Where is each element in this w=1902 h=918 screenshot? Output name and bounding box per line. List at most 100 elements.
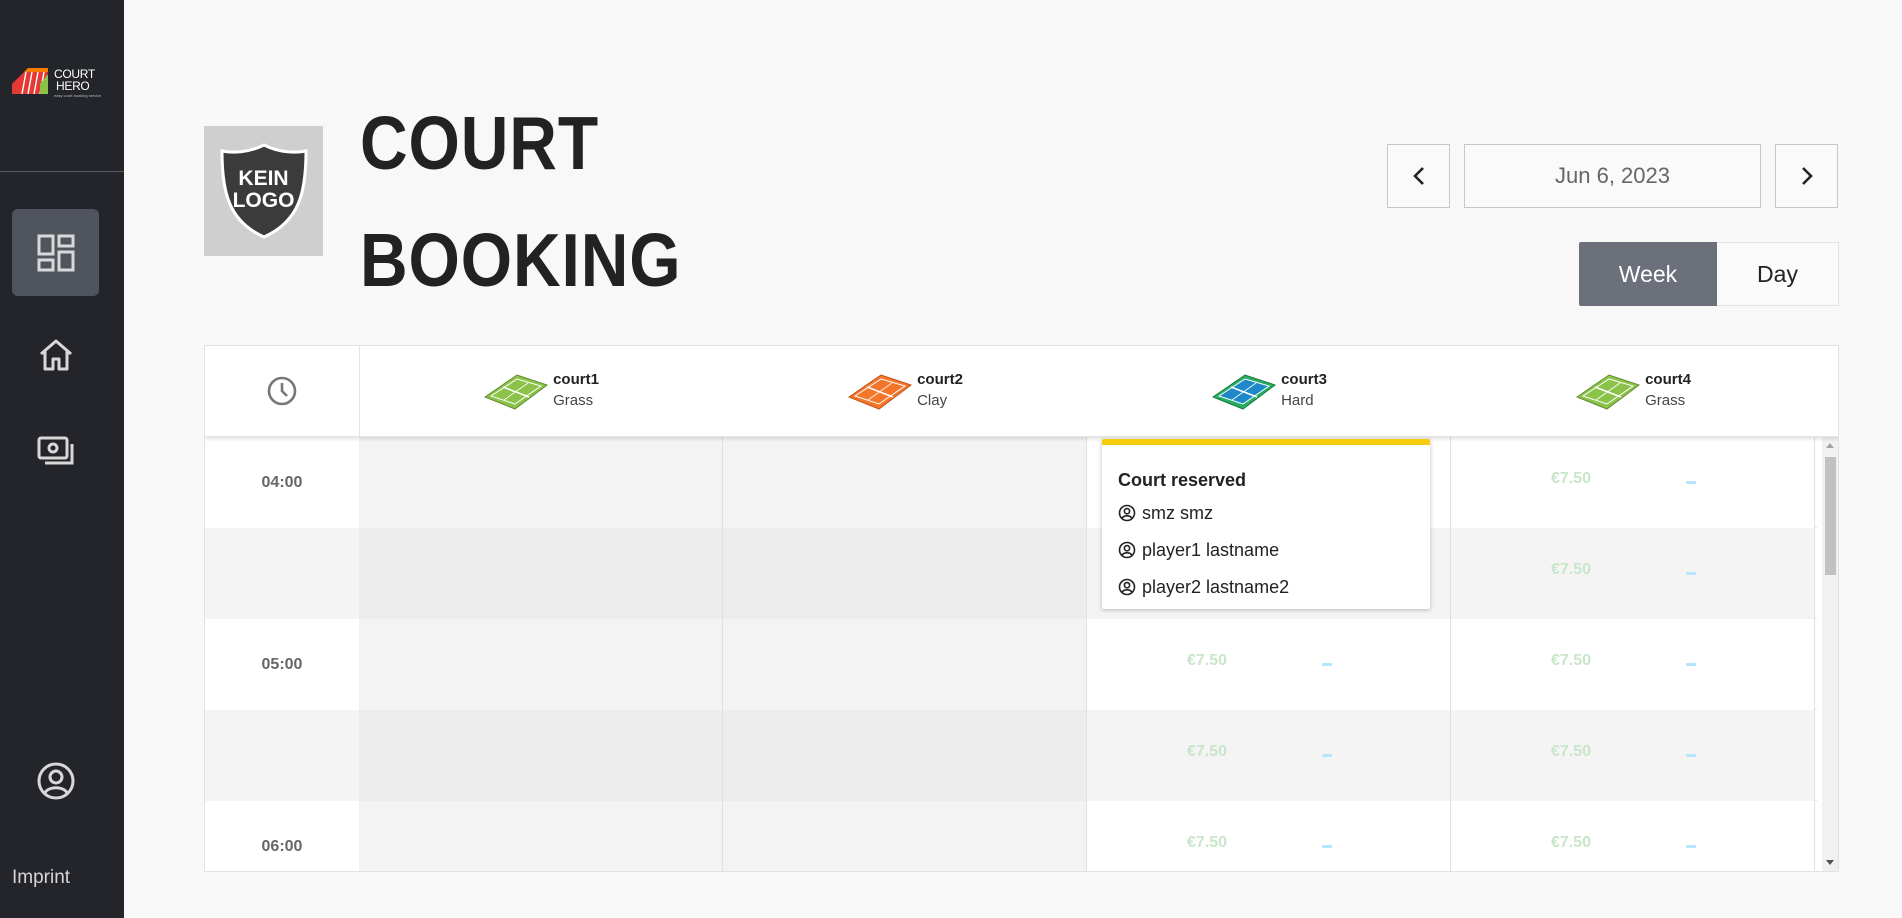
table-header: court1 Grass court2 Clay court3 Hard cou… xyxy=(205,346,1838,437)
slot-cell[interactable]: €7.50 xyxy=(1451,437,1815,528)
previous-date-button[interactable] xyxy=(1387,144,1450,208)
table-row: €7.50 €7.50 xyxy=(205,710,1817,801)
sidebar-item-payments[interactable] xyxy=(12,408,99,495)
brand-tagline: easy court booking service xyxy=(54,93,102,98)
scroll-up-arrow[interactable] xyxy=(1826,443,1834,448)
slot-cell-unavailable xyxy=(359,801,723,871)
next-date-button[interactable] xyxy=(1775,144,1838,208)
court-name: court3 xyxy=(1281,371,1327,388)
slot-cell[interactable]: €7.50 xyxy=(1087,619,1451,710)
slot-price: €7.50 xyxy=(1187,652,1228,669)
imprint-link[interactable]: Imprint xyxy=(12,867,70,889)
slot-cell[interactable]: €7.50 xyxy=(1451,710,1815,801)
court-header-court3: court3 Hard xyxy=(1087,346,1451,436)
sidebar-item-dashboard[interactable] xyxy=(12,209,99,296)
dashboard-icon xyxy=(37,234,74,271)
slot-cell[interactable]: €7.50 xyxy=(1451,528,1815,619)
slot-cell-unavailable xyxy=(359,528,723,619)
slot-cell-unavailable xyxy=(723,710,1087,801)
availability-dash xyxy=(1686,754,1696,757)
reservation-player: player2 lastname2 xyxy=(1118,576,1289,598)
table-row: €7.50 xyxy=(205,528,1817,619)
time-cell: 04:00 xyxy=(205,437,359,528)
table-row: 05:00 €7.50 €7.50 xyxy=(205,619,1817,710)
player-name: player1 lastname xyxy=(1142,539,1280,560)
user-circle-icon xyxy=(1118,541,1136,559)
court-header-court2: court2 Clay xyxy=(723,346,1087,436)
reservation-player: player1 lastname xyxy=(1118,539,1279,561)
court-surface: Clay xyxy=(917,392,948,409)
slot-cell-unavailable xyxy=(723,619,1087,710)
availability-dash xyxy=(1686,481,1696,484)
account-button[interactable] xyxy=(12,737,99,824)
slot-cell-unavailable xyxy=(359,710,723,801)
player-name: smz smz xyxy=(1142,502,1213,523)
view-toggle: Week Day xyxy=(1579,242,1839,306)
time-cell xyxy=(205,528,359,619)
reservation-title: Court reserved xyxy=(1118,470,1247,490)
availability-dash xyxy=(1322,845,1332,848)
slot-price: €7.50 xyxy=(1187,834,1228,851)
week-view-button[interactable]: Week xyxy=(1579,242,1717,306)
time-column-header xyxy=(205,346,360,436)
table-body: 04:00 €7.50 €7.50 05:00 €7.50 €7.50 €7.5… xyxy=(205,437,1817,871)
clay-court-icon xyxy=(848,374,913,410)
table-row: 06:00 €7.50 €7.50 xyxy=(205,801,1817,871)
payments-icon xyxy=(37,436,73,464)
slot-price: €7.50 xyxy=(1551,470,1592,487)
availability-dash xyxy=(1686,845,1696,848)
slot-cell[interactable]: €7.50 xyxy=(1451,801,1815,871)
court-header-court1: court1 Grass xyxy=(359,346,723,436)
court-surface: Grass xyxy=(553,392,594,409)
slot-cell[interactable]: €7.50 xyxy=(1087,801,1451,871)
time-cell: 06:00 xyxy=(205,801,359,871)
sidebar-divider xyxy=(0,171,124,172)
user-circle-icon xyxy=(1118,504,1136,522)
court-hero-logo-icon xyxy=(12,68,48,95)
slot-price: €7.50 xyxy=(1187,743,1228,760)
availability-dash xyxy=(1322,754,1332,757)
availability-dash xyxy=(1686,663,1696,666)
chevron-left-icon xyxy=(1412,167,1424,185)
scroll-down-arrow[interactable] xyxy=(1826,860,1834,865)
court-hero-logo[interactable]: COURT HERO easy court booking service xyxy=(10,64,114,100)
grass-court-icon xyxy=(1576,374,1641,410)
day-view-button[interactable]: Day xyxy=(1717,242,1839,306)
page-title: COURT BOOKING xyxy=(360,101,682,302)
reservation-player: smz smz xyxy=(1118,502,1213,524)
slot-cell-unavailable xyxy=(723,801,1087,871)
court-name: court2 xyxy=(917,371,963,388)
availability-dash xyxy=(1322,663,1332,666)
date-display[interactable]: Jun 6, 2023 xyxy=(1464,144,1761,208)
court-surface: Hard xyxy=(1281,392,1314,409)
slot-price: €7.50 xyxy=(1551,652,1592,669)
account-circle-icon xyxy=(37,762,74,799)
availability-dash xyxy=(1686,572,1696,575)
home-icon xyxy=(39,339,72,370)
hard-court-icon xyxy=(1212,374,1277,410)
brand-name: COURT HERO xyxy=(54,67,95,93)
chevron-right-icon xyxy=(1801,167,1813,185)
table-row: 04:00 €7.50 xyxy=(205,437,1817,528)
sidebar-item-home[interactable] xyxy=(12,311,99,398)
court-name: court1 xyxy=(553,371,599,388)
clock-icon xyxy=(267,376,297,406)
time-cell: 05:00 xyxy=(205,619,359,710)
user-circle-icon xyxy=(1118,578,1136,596)
slot-cell-unavailable xyxy=(359,437,723,528)
club-logo-text: KEIN LOGO xyxy=(232,167,295,212)
slot-cell-unavailable xyxy=(359,619,723,710)
reservation-popup[interactable]: Court reserved smz smz player1 lastname … xyxy=(1102,439,1430,609)
slot-price: €7.50 xyxy=(1551,561,1592,578)
slot-price: €7.50 xyxy=(1551,743,1592,760)
scroll-thumb[interactable] xyxy=(1825,457,1836,575)
slot-cell[interactable]: €7.50 xyxy=(1087,710,1451,801)
sidebar: COURT HERO easy court booking service Im… xyxy=(0,0,124,918)
table-scrollbar[interactable] xyxy=(1822,437,1838,871)
time-cell xyxy=(205,710,359,801)
grass-court-icon xyxy=(484,374,549,410)
slot-cell[interactable]: €7.50 xyxy=(1451,619,1815,710)
slot-price: €7.50 xyxy=(1551,834,1592,851)
player-name: player2 lastname2 xyxy=(1142,576,1290,597)
court-header-court4: court4 Grass xyxy=(1451,346,1815,436)
